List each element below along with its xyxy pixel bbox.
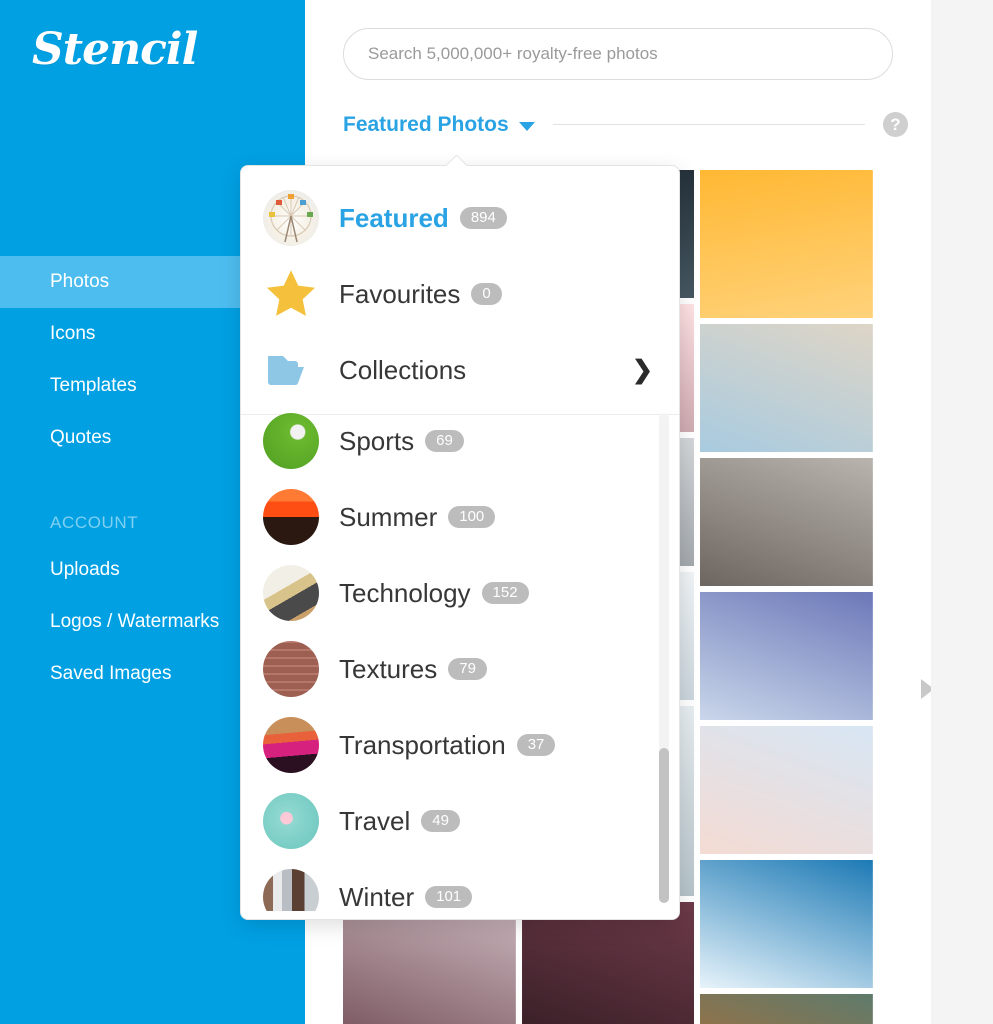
dropdown-item-badge: 49 [421,810,460,832]
dropdown-item-label: Summer [339,501,438,532]
ferris-wheel-thumbnail [263,190,319,246]
dropdown-item-badge: 69 [425,430,464,452]
dropdown-item-transportation[interactable]: Transportation 37 [241,707,679,783]
brand-logo: Stencil [32,24,198,75]
dropdown-item-badge: 894 [459,207,507,229]
sidebar-item-label: Icons [50,323,96,344]
dropdown-item-label: Featured [339,202,449,233]
photo-tile[interactable] [700,994,873,1024]
divider-rule [552,124,865,125]
soccer-ball-thumbnail [263,413,319,469]
dropdown-item-label: Collections [339,354,467,385]
brick-wall-thumbnail [263,641,319,697]
chevron-right-icon[interactable]: ❯ [632,357,653,383]
dropdown-item-badge: 37 [516,734,556,756]
category-dropdown-panel: Featured 894 Favourites 0 Collections ❯ … [240,165,680,920]
sunset-thumbnail [263,489,319,545]
dropdown-item-label: Winter [339,881,415,912]
star-icon [263,266,319,322]
dropdown-item-label: Travel [339,805,411,836]
dropdown-item-badge: 152 [481,582,529,604]
filter-dropdown-label[interactable]: Featured Photos [343,113,509,137]
pool-float-thumbnail [263,793,319,849]
photo-tile[interactable] [700,860,873,988]
dropdown-item-label: Favourites [339,278,461,309]
photo-tile[interactable] [521,902,695,1024]
dropdown-item-favourites[interactable]: Favourites 0 [241,256,679,332]
dropdown-scrollbar[interactable] [659,413,669,903]
sidebar-item-label: Uploads [50,559,120,580]
sidebar-item-label: Saved Images [50,663,172,684]
search-input[interactable] [343,28,893,80]
photo-tile[interactable] [700,726,873,854]
dropdown-item-label: Textures [339,653,438,684]
photo-tile[interactable] [700,170,873,318]
pink-car-thumbnail [263,717,319,773]
folder-icon [263,342,319,398]
photo-tile[interactable] [700,324,873,452]
app-window: Stencil Photos Icons Templates Quotes AC… [0,0,931,1024]
chevron-right-icon [920,679,931,699]
dropdown-pointer [447,155,469,166]
sidebar-item-label: Logos / Watermarks [50,611,220,632]
dropdown-category-list: Sports 69 Summer 100 Technology 152 Text… [241,403,679,911]
filter-row: Featured Photos ? [343,112,908,137]
photo-tile[interactable] [700,592,873,720]
sidebar-item-label: Photos [50,271,110,292]
photo-tile[interactable] [343,902,516,1024]
dropdown-item-label: Technology [339,577,471,608]
dropdown-item-badge: 101 [425,886,473,908]
dropdown-item-collections[interactable]: Collections ❯ [241,332,679,408]
expand-right-panel-button[interactable] [901,594,931,784]
dropdown-item-summer[interactable]: Summer 100 [241,479,679,555]
dropdown-item-badge: 100 [448,506,496,528]
dropdown-top-section: Featured 894 Favourites 0 Collections ❯ [241,166,679,415]
dropdown-item-badge: 79 [448,658,487,680]
dropdown-item-label: Sports [339,425,415,456]
photo-grid-column [700,170,873,1024]
dropdown-item-travel[interactable]: Travel 49 [241,783,679,859]
photo-tile[interactable] [700,458,873,586]
sidebar-item-label: Templates [50,375,137,396]
dropdown-item-sports[interactable]: Sports 69 [241,403,679,479]
chevron-down-icon[interactable] [518,122,535,131]
desk-laptop-thumbnail [263,565,319,621]
dropdown-item-badge: 0 [471,283,502,305]
dropdown-item-winter[interactable]: Winter 101 [241,859,679,911]
bridge-thumbnail [263,869,319,911]
dropdown-item-featured[interactable]: Featured 894 [241,180,679,256]
sidebar-item-label: Quotes [50,427,112,448]
dropdown-item-technology[interactable]: Technology 152 [241,555,679,631]
help-circle-icon[interactable]: ? [883,112,908,137]
dropdown-item-textures[interactable]: Textures 79 [241,631,679,707]
search-bar [343,28,893,80]
dropdown-item-label: Transportation [339,729,506,760]
scrollbar-thumb[interactable] [659,748,669,903]
